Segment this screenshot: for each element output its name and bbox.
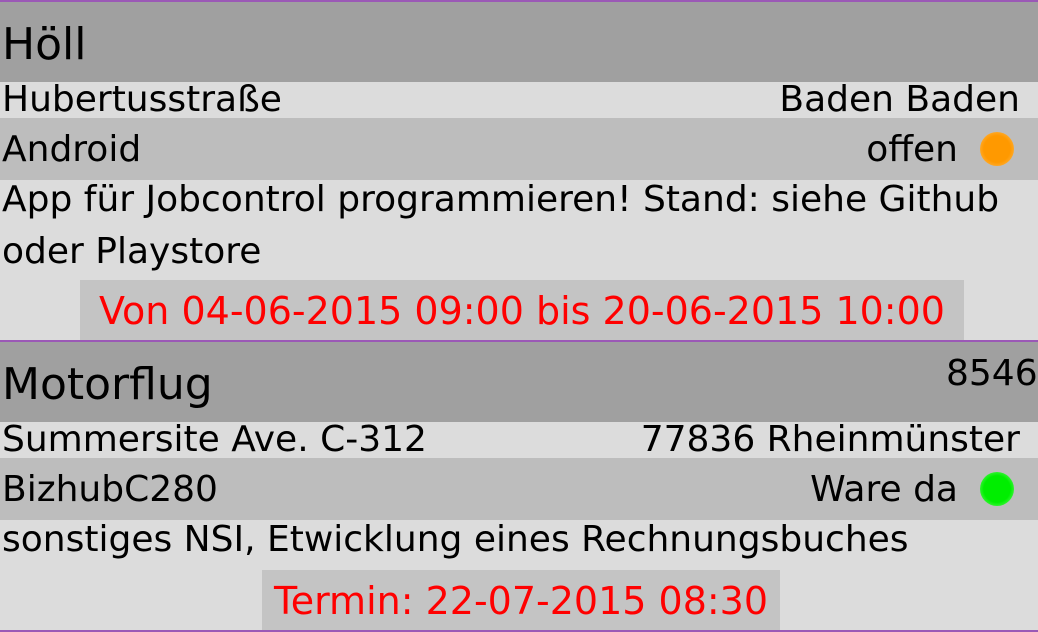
address-row: Hubertusstraße Baden Baden — [0, 79, 1038, 120]
job-title: Motorflug — [2, 359, 213, 410]
job-description: sonstiges NSI, Etwicklung eines Rechnung… — [2, 519, 909, 560]
job-card-1[interactable]: Höll Hubertusstraße Baden Baden Android … — [0, 2, 1038, 340]
status-label: offen — [866, 129, 958, 170]
street: Hubertusstraße — [2, 79, 282, 120]
job-card-2[interactable]: Motorflug 8546 Summersite Ave. C-312 778… — [0, 342, 1038, 630]
status-label: Ware da — [810, 469, 958, 510]
city: 77836 Rheinmünster — [640, 419, 1020, 460]
job-date: Von 04-06-2015 09:00 bis 20-06-2015 10:0… — [80, 280, 964, 340]
device-name: BizhubC280 — [2, 469, 218, 510]
job-title: Höll — [2, 19, 87, 70]
job-title-row: Motorflug 8546 — [0, 342, 1038, 422]
status-dot-green-icon — [980, 472, 1014, 506]
device-status-row: Android offen — [0, 118, 1038, 180]
street: Summersite Ave. C-312 — [2, 419, 427, 460]
job-description: App für Jobcontrol programmieren! Stand:… — [2, 179, 1000, 272]
job-date: Termin: 22-07-2015 08:30 — [262, 570, 780, 630]
status-dot-orange-icon — [980, 132, 1014, 166]
address-row: Summersite Ave. C-312 77836 Rheinmünster — [0, 419, 1038, 460]
job-number: 8546 — [946, 353, 1038, 394]
device-status-row: BizhubC280 Ware da — [0, 458, 1038, 520]
city: Baden Baden — [779, 79, 1020, 120]
job-title-row: Höll — [0, 2, 1038, 82]
device-name: Android — [2, 129, 142, 170]
